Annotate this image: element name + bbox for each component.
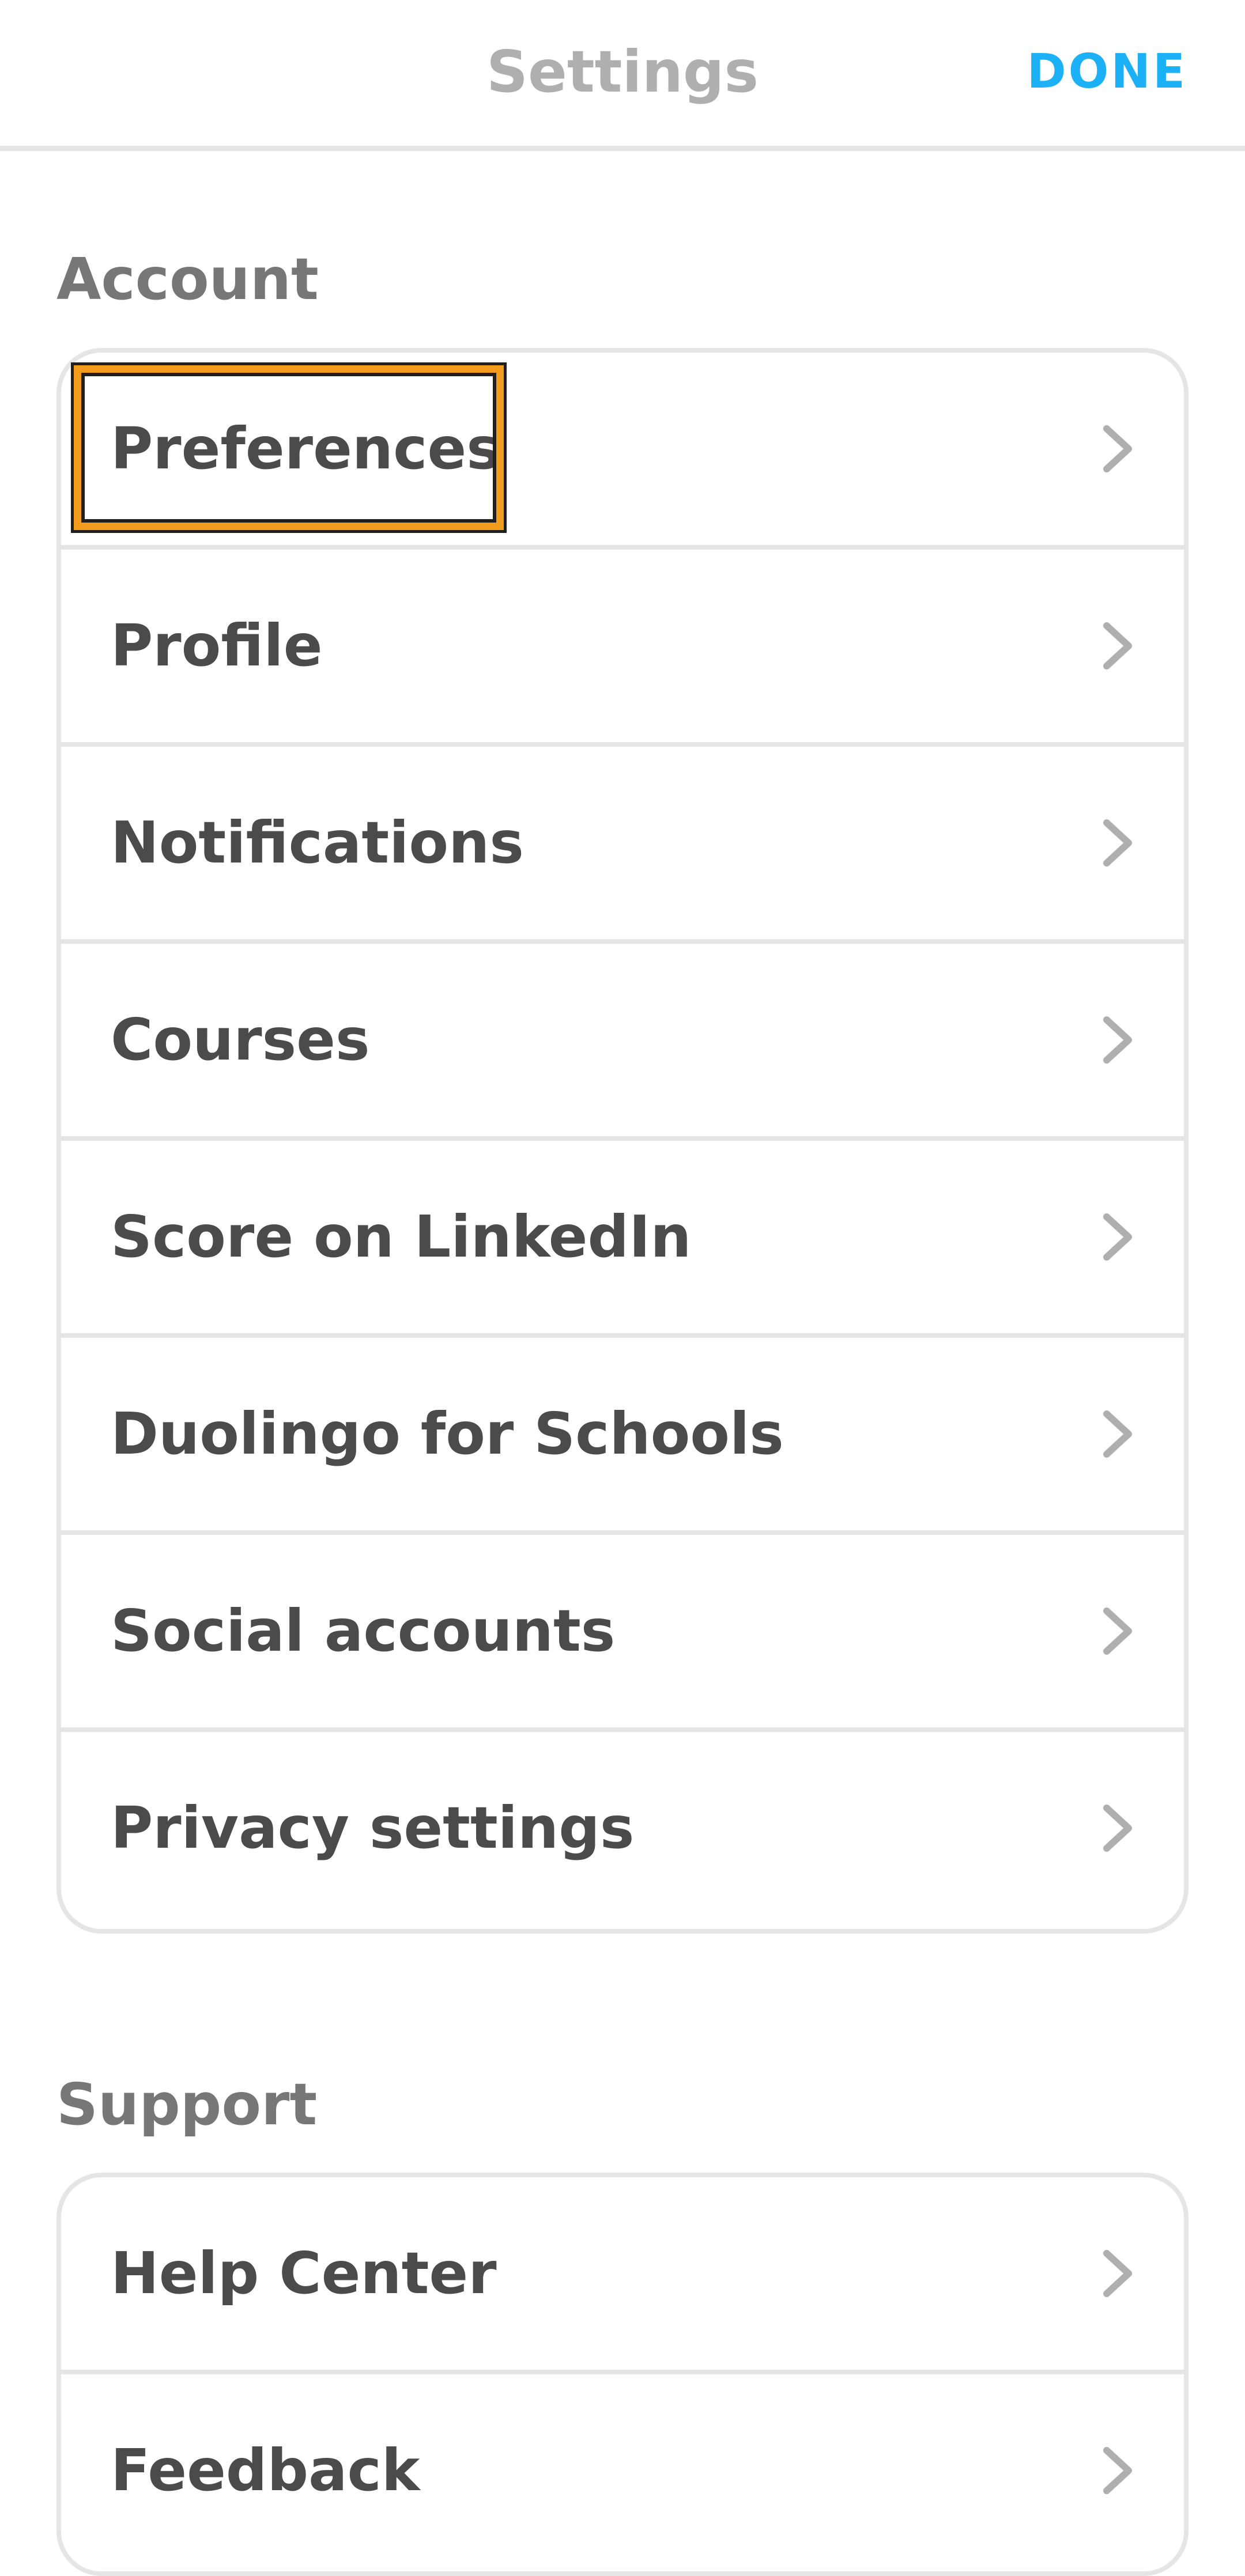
chevron-right-icon	[1103, 2447, 1132, 2494]
chevron-right-icon	[1103, 1410, 1132, 1458]
settings-item-duolingo-for-schools[interactable]: Duolingo for Schools	[61, 1338, 1184, 1535]
section-label-support: Support	[56, 2071, 318, 2138]
settings-item-score-on-linkedin[interactable]: Score on LinkedIn	[61, 1141, 1184, 1338]
settings-item-label: Score on LinkedIn	[111, 1203, 692, 1270]
settings-item-label: Feedback	[111, 2437, 420, 2504]
settings-item-label: Notifications	[111, 809, 524, 876]
chevron-right-icon	[1103, 2250, 1132, 2297]
chevron-right-icon	[1103, 1805, 1132, 1852]
settings-header: Settings DONE	[0, 0, 1245, 151]
account-settings-card: Preferences Profile Notifications Course…	[56, 348, 1189, 1934]
settings-item-label: Profile	[111, 612, 323, 679]
settings-item-courses[interactable]: Courses	[61, 944, 1184, 1141]
chevron-right-icon	[1103, 1607, 1132, 1655]
chevron-right-icon	[1103, 1213, 1132, 1261]
settings-item-help-center[interactable]: Help Center	[61, 2177, 1184, 2374]
chevron-right-icon	[1103, 1016, 1132, 1064]
settings-item-label: Preferences	[111, 415, 501, 482]
settings-item-social-accounts[interactable]: Social accounts	[61, 1535, 1184, 1732]
settings-item-privacy-settings[interactable]: Privacy settings	[61, 1732, 1184, 1929]
done-button[interactable]: DONE	[1027, 35, 1187, 109]
settings-item-label: Social accounts	[111, 1597, 616, 1665]
chevron-right-icon	[1103, 425, 1132, 472]
settings-item-label: Privacy settings	[111, 1794, 635, 1862]
chevron-right-icon	[1103, 819, 1132, 867]
settings-item-preferences[interactable]: Preferences	[61, 353, 1184, 550]
settings-item-notifications[interactable]: Notifications	[61, 747, 1184, 944]
settings-item-label: Help Center	[111, 2240, 497, 2307]
section-label-account: Account	[56, 245, 319, 313]
settings-item-label: Duolingo for Schools	[111, 1400, 784, 1467]
support-settings-card: Help Center Feedback	[56, 2173, 1189, 2576]
settings-item-label: Courses	[111, 1006, 370, 1073]
settings-item-profile[interactable]: Profile	[61, 550, 1184, 747]
settings-item-feedback[interactable]: Feedback	[61, 2374, 1184, 2571]
chevron-right-icon	[1103, 622, 1132, 669]
